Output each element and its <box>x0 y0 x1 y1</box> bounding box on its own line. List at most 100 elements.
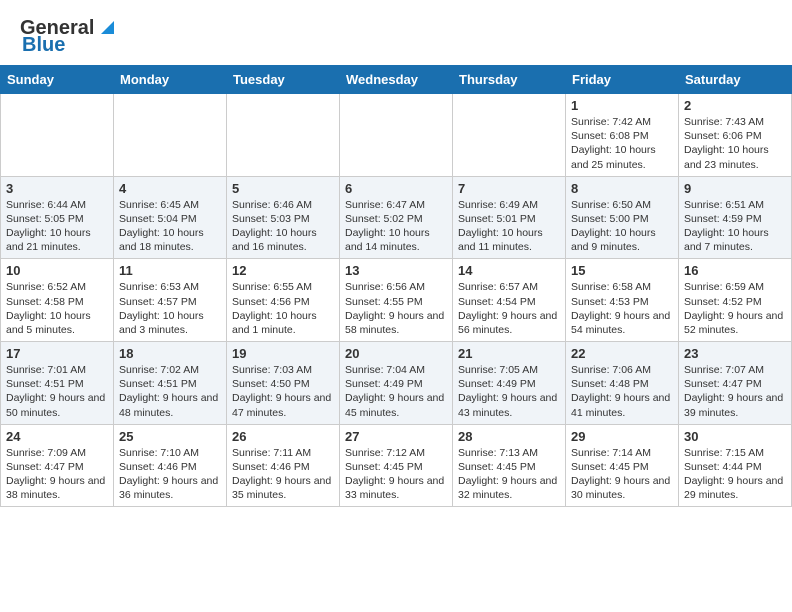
logo-icon <box>96 16 118 38</box>
day-number: 16 <box>684 263 786 278</box>
day-info: Sunrise: 7:03 AM Sunset: 4:50 PM Dayligh… <box>232 363 334 420</box>
day-number: 26 <box>232 429 334 444</box>
calendar-cell: 5 Sunrise: 6:46 AM Sunset: 5:03 PM Daylig… <box>227 176 340 259</box>
day-info: Sunrise: 6:52 AM Sunset: 4:58 PM Dayligh… <box>6 280 108 337</box>
calendar-cell: 28 Sunrise: 7:13 AM Sunset: 4:45 PM Dayli… <box>453 424 566 507</box>
calendar-cell: 8Sunrise: 6:50 AM Sunset: 5:00 PM Daylig… <box>566 176 679 259</box>
day-number: 10 <box>6 263 108 278</box>
day-info: Sunrise: 6:51 AM Sunset: 4:59 PM Dayligh… <box>684 198 786 255</box>
day-number: 15 <box>571 263 673 278</box>
day-info: Sunrise: 7:13 AM Sunset: 4:45 PM Dayligh… <box>458 446 560 503</box>
day-number: 1 <box>571 98 673 113</box>
calendar-cell: 10 Sunrise: 6:52 AM Sunset: 4:58 PM Dayli… <box>1 259 114 342</box>
day-info: Sunrise: 6:57 AM Sunset: 4:54 PM Dayligh… <box>458 280 560 337</box>
weekday-header-row: SundayMondayTuesdayWednesdayThursdayFrid… <box>1 66 792 94</box>
calendar-cell: 21 Sunrise: 7:05 AM Sunset: 4:49 PM Dayli… <box>453 342 566 425</box>
calendar-cell: 4 Sunrise: 6:45 AM Sunset: 5:04 PM Daylig… <box>114 176 227 259</box>
day-info: Sunrise: 6:53 AM Sunset: 4:57 PM Dayligh… <box>119 280 221 337</box>
calendar-cell: 3 Sunrise: 6:44 AM Sunset: 5:05 PM Daylig… <box>1 176 114 259</box>
week-row-0: 1 Sunrise: 7:42 AM Sunset: 6:08 PM Daylig… <box>1 94 792 177</box>
day-info: Sunrise: 7:05 AM Sunset: 4:49 PM Dayligh… <box>458 363 560 420</box>
header: General Blue <box>0 0 792 65</box>
day-info: Sunrise: 7:15 AM Sunset: 4:44 PM Dayligh… <box>684 446 786 503</box>
day-number: 14 <box>458 263 560 278</box>
day-info: Sunrise: 7:14 AM Sunset: 4:45 PM Dayligh… <box>571 446 673 503</box>
day-info: Sunrise: 6:55 AM Sunset: 4:56 PM Dayligh… <box>232 280 334 337</box>
day-number: 21 <box>458 346 560 361</box>
weekday-header-tuesday: Tuesday <box>227 66 340 94</box>
day-number: 2 <box>684 98 786 113</box>
calendar-cell: 22 Sunrise: 7:06 AM Sunset: 4:48 PM Dayli… <box>566 342 679 425</box>
calendar-cell: 23 Sunrise: 7:07 AM Sunset: 4:47 PM Dayli… <box>679 342 792 425</box>
logo: General Blue <box>20 16 118 57</box>
day-info: Sunrise: 6:47 AM Sunset: 5:02 PM Dayligh… <box>345 198 447 255</box>
calendar-cell: 25 Sunrise: 7:10 AM Sunset: 4:46 PM Dayli… <box>114 424 227 507</box>
calendar-cell: 26 Sunrise: 7:11 AM Sunset: 4:46 PM Dayli… <box>227 424 340 507</box>
day-number: 30 <box>684 429 786 444</box>
calendar-cell: 13 Sunrise: 6:56 AM Sunset: 4:55 PM Dayli… <box>340 259 453 342</box>
calendar-cell: 6Sunrise: 6:47 AM Sunset: 5:02 PM Daylig… <box>340 176 453 259</box>
calendar: SundayMondayTuesdayWednesdayThursdayFrid… <box>0 65 792 507</box>
day-info: Sunrise: 7:04 AM Sunset: 4:49 PM Dayligh… <box>345 363 447 420</box>
day-info: Sunrise: 6:46 AM Sunset: 5:03 PM Dayligh… <box>232 198 334 255</box>
calendar-cell: 19Sunrise: 7:03 AM Sunset: 4:50 PM Dayli… <box>227 342 340 425</box>
calendar-cell <box>227 94 340 177</box>
day-info: Sunrise: 6:50 AM Sunset: 5:00 PM Dayligh… <box>571 198 673 255</box>
day-number: 22 <box>571 346 673 361</box>
calendar-cell: 18 Sunrise: 7:02 AM Sunset: 4:51 PM Dayli… <box>114 342 227 425</box>
week-row-1: 3 Sunrise: 6:44 AM Sunset: 5:05 PM Daylig… <box>1 176 792 259</box>
day-info: Sunrise: 7:09 AM Sunset: 4:47 PM Dayligh… <box>6 446 108 503</box>
calendar-cell: 7 Sunrise: 6:49 AM Sunset: 5:01 PM Daylig… <box>453 176 566 259</box>
calendar-cell <box>114 94 227 177</box>
week-row-2: 10 Sunrise: 6:52 AM Sunset: 4:58 PM Dayli… <box>1 259 792 342</box>
day-number: 7 <box>458 181 560 196</box>
day-number: 4 <box>119 181 221 196</box>
day-number: 5 <box>232 181 334 196</box>
day-info: Sunrise: 7:07 AM Sunset: 4:47 PM Dayligh… <box>684 363 786 420</box>
day-number: 18 <box>119 346 221 361</box>
calendar-cell: 29 Sunrise: 7:14 AM Sunset: 4:45 PM Dayli… <box>566 424 679 507</box>
day-number: 3 <box>6 181 108 196</box>
calendar-cell: 15 Sunrise: 6:58 AM Sunset: 4:53 PM Dayli… <box>566 259 679 342</box>
calendar-cell <box>340 94 453 177</box>
calendar-cell: 9 Sunrise: 6:51 AM Sunset: 4:59 PM Daylig… <box>679 176 792 259</box>
weekday-header-friday: Friday <box>566 66 679 94</box>
day-info: Sunrise: 7:10 AM Sunset: 4:46 PM Dayligh… <box>119 446 221 503</box>
day-info: Sunrise: 7:11 AM Sunset: 4:46 PM Dayligh… <box>232 446 334 503</box>
day-info: Sunrise: 7:02 AM Sunset: 4:51 PM Dayligh… <box>119 363 221 420</box>
day-number: 13 <box>345 263 447 278</box>
calendar-cell: 17 Sunrise: 7:01 AM Sunset: 4:51 PM Dayli… <box>1 342 114 425</box>
calendar-cell <box>453 94 566 177</box>
calendar-cell: 20 Sunrise: 7:04 AM Sunset: 4:49 PM Dayli… <box>340 342 453 425</box>
day-number: 12 <box>232 263 334 278</box>
day-info: Sunrise: 7:06 AM Sunset: 4:48 PM Dayligh… <box>571 363 673 420</box>
weekday-header-monday: Monday <box>114 66 227 94</box>
day-info: Sunrise: 7:01 AM Sunset: 4:51 PM Dayligh… <box>6 363 108 420</box>
logo-blue: Blue <box>22 34 65 57</box>
weekday-header-wednesday: Wednesday <box>340 66 453 94</box>
day-number: 9 <box>684 181 786 196</box>
calendar-cell: 24 Sunrise: 7:09 AM Sunset: 4:47 PM Dayli… <box>1 424 114 507</box>
day-number: 11 <box>119 263 221 278</box>
day-info: Sunrise: 6:58 AM Sunset: 4:53 PM Dayligh… <box>571 280 673 337</box>
day-number: 28 <box>458 429 560 444</box>
day-info: Sunrise: 6:44 AM Sunset: 5:05 PM Dayligh… <box>6 198 108 255</box>
day-info: Sunrise: 6:56 AM Sunset: 4:55 PM Dayligh… <box>345 280 447 337</box>
day-number: 29 <box>571 429 673 444</box>
calendar-cell: 1 Sunrise: 7:42 AM Sunset: 6:08 PM Daylig… <box>566 94 679 177</box>
day-info: Sunrise: 6:49 AM Sunset: 5:01 PM Dayligh… <box>458 198 560 255</box>
day-info: Sunrise: 6:45 AM Sunset: 5:04 PM Dayligh… <box>119 198 221 255</box>
weekday-header-sunday: Sunday <box>1 66 114 94</box>
day-number: 17 <box>6 346 108 361</box>
day-info: Sunrise: 7:42 AM Sunset: 6:08 PM Dayligh… <box>571 115 673 172</box>
calendar-cell <box>1 94 114 177</box>
calendar-cell: 11 Sunrise: 6:53 AM Sunset: 4:57 PM Dayli… <box>114 259 227 342</box>
day-number: 24 <box>6 429 108 444</box>
calendar-cell: 16 Sunrise: 6:59 AM Sunset: 4:52 PM Dayli… <box>679 259 792 342</box>
weekday-header-saturday: Saturday <box>679 66 792 94</box>
day-info: Sunrise: 6:59 AM Sunset: 4:52 PM Dayligh… <box>684 280 786 337</box>
day-number: 25 <box>119 429 221 444</box>
day-info: Sunrise: 7:12 AM Sunset: 4:45 PM Dayligh… <box>345 446 447 503</box>
day-number: 20 <box>345 346 447 361</box>
day-number: 23 <box>684 346 786 361</box>
